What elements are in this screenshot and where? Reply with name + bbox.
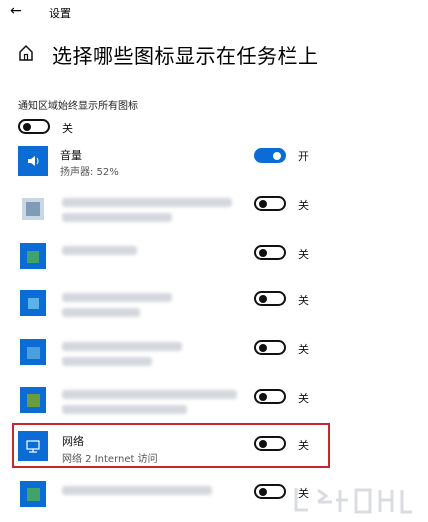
network-toggle[interactable] [254,436,286,451]
app-icon [18,288,48,318]
back-arrow-icon[interactable]: ← [10,3,22,19]
toggle-knob [259,249,267,257]
blurred-item-sub [62,405,187,414]
toggle-knob [259,344,267,352]
toggle-knob [259,393,267,401]
app-title: 设置 [49,7,71,20]
toggle-knob [259,440,267,448]
network-icon [18,431,48,461]
blurred-item-sub [62,308,140,317]
toggle-state-label: 关 [298,343,309,356]
blurred-item-name [62,293,172,302]
home-icon [19,44,33,61]
toggle-knob [273,152,281,160]
item-name-network: 网络 [62,435,84,448]
page-title: 选择哪些图标显示在任务栏上 [52,44,319,68]
toggle-knob [259,295,267,303]
always-show-label: 通知区域始终显示所有图标 [18,101,138,112]
app-toggle[interactable] [254,196,286,211]
app-icon [18,337,48,367]
toggle-state-label: 关 [298,439,309,452]
blurred-item-name [62,486,212,495]
toggle-state-label: 关 [298,199,309,212]
toggle-state-label: 关 [298,248,309,261]
always-show-toggle[interactable] [18,119,50,134]
item-name-volume: 音量 [60,149,82,162]
blurred-item-sub [62,213,172,222]
blurred-item-name [62,246,137,255]
app-icon [18,194,48,224]
toggle-knob [259,488,267,496]
toggle-knob [259,200,267,208]
toggle-state-label: 关 [298,392,309,405]
blurred-item-name [62,390,237,399]
blurred-item-sub [62,357,152,366]
app-icon [18,479,48,509]
app-toggle[interactable] [254,484,286,499]
blurred-item-name [62,342,182,351]
blurred-item-name [62,198,232,207]
watermark-logo [294,488,412,514]
app-toggle[interactable] [254,245,286,260]
speaker-icon [18,146,48,176]
app-toggle[interactable] [254,291,286,306]
app-toggle[interactable] [254,389,286,404]
app-icon [18,385,48,415]
toggle-state-label: 开 [298,150,309,163]
item-sub-network: 网络 2 Internet 访问 [62,454,158,465]
volume-toggle[interactable] [254,148,286,163]
app-icon [18,241,48,271]
item-sub-volume: 扬声器: 52% [60,167,119,178]
toggle-state-label: 关 [298,294,309,307]
toggle-knob [23,123,31,131]
toggle-state-label: 关 [62,122,73,135]
app-toggle[interactable] [254,340,286,355]
title-bar: ← 设置 [0,0,428,24]
